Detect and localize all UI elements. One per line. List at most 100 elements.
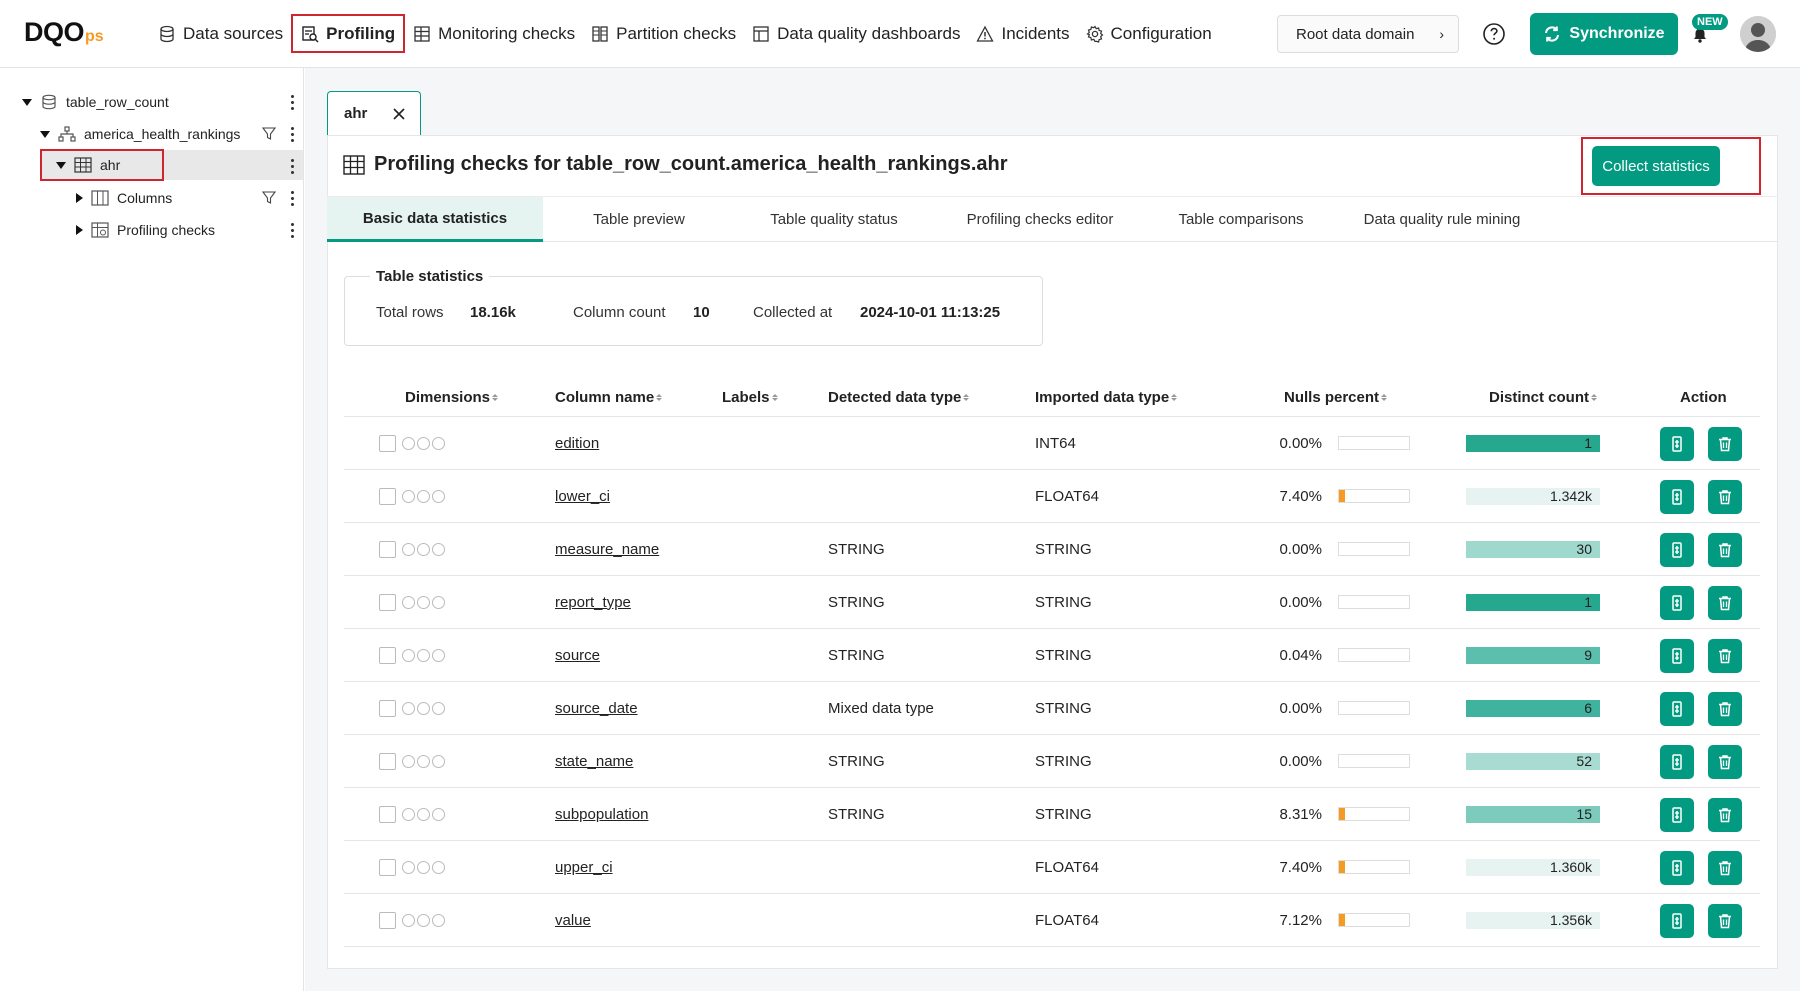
tree-item-schema[interactable]: america_health_rankings — [40, 120, 240, 148]
imported-type-cell: STRING — [1035, 646, 1092, 664]
nulls-percent-bar-fill — [1339, 808, 1345, 820]
view-column-button[interactable] — [1660, 745, 1694, 779]
nav-monitoring-checks[interactable]: Monitoring checks — [405, 14, 583, 53]
close-icon[interactable] — [393, 107, 405, 120]
column-name-link[interactable]: upper_ci — [555, 859, 613, 876]
delete-column-button[interactable] — [1708, 904, 1742, 938]
delete-column-button[interactable] — [1708, 851, 1742, 885]
table-icon — [343, 154, 365, 175]
distinct-count-bar: 1.356k — [1466, 912, 1600, 929]
filter-icon[interactable] — [262, 191, 276, 205]
header-detected-data-type[interactable]: Detected data type — [828, 389, 970, 406]
distinct-count-bar: 52 — [1466, 753, 1600, 770]
delete-column-button[interactable] — [1708, 533, 1742, 567]
row-checkbox[interactable] — [379, 434, 396, 452]
column-name-link[interactable]: lower_ci — [555, 488, 610, 505]
help-icon[interactable] — [1482, 22, 1506, 46]
tab-data-quality-rule-mining[interactable]: Data quality rule mining — [1335, 197, 1549, 242]
tab-table-quality-status[interactable]: Table quality status — [735, 197, 933, 242]
view-column-button[interactable] — [1660, 427, 1694, 461]
nav-profiling[interactable]: Profiling — [291, 14, 406, 53]
caret-down-icon[interactable] — [40, 130, 50, 138]
dimension-indicators — [402, 701, 445, 715]
header-distinct-count[interactable]: Distinct count — [1489, 389, 1597, 406]
header-label: Dimensions — [405, 389, 491, 406]
chevron-right-icon: › — [1439, 26, 1444, 42]
column-name-link[interactable]: subpopulation — [555, 806, 648, 823]
row-checkbox[interactable] — [379, 487, 396, 505]
view-column-button[interactable] — [1660, 480, 1694, 514]
header-nulls-percent[interactable]: Nulls percent — [1284, 389, 1388, 406]
column-details-icon — [1672, 754, 1682, 770]
view-column-button[interactable] — [1660, 851, 1694, 885]
header-dimensions[interactable]: Dimensions — [405, 389, 499, 406]
caret-right-icon[interactable] — [76, 225, 83, 235]
connection-menu-icon[interactable] — [288, 95, 296, 110]
tab-profiling-checks-editor[interactable]: Profiling checks editor — [933, 197, 1147, 242]
delete-column-button[interactable] — [1708, 480, 1742, 514]
column-name-link[interactable]: state_name — [555, 753, 633, 770]
tab-table-comparisons[interactable]: Table comparisons — [1147, 197, 1335, 242]
header-imported-data-type[interactable]: Imported data type — [1035, 389, 1178, 406]
data-domain-selector[interactable]: Root data domain › — [1277, 15, 1459, 53]
column-name-link[interactable]: measure_name — [555, 541, 659, 558]
view-column-button[interactable] — [1660, 798, 1694, 832]
dimension-circle-icon — [432, 913, 445, 927]
header-labels[interactable]: Labels — [722, 389, 778, 406]
tab-basic-data-statistics[interactable]: Basic data statistics — [327, 197, 543, 242]
avatar[interactable] — [1740, 16, 1776, 52]
view-column-button[interactable] — [1660, 586, 1694, 620]
column-name-link[interactable]: report_type — [555, 594, 631, 611]
imported-type-cell: FLOAT64 — [1035, 487, 1099, 505]
column-name-link[interactable]: source — [555, 647, 600, 664]
top-navigation-bar: DQO ps Data sources Profiling Monitoring… — [0, 0, 1800, 68]
distinct-count-value: 1 — [1584, 435, 1592, 451]
nav-configuration[interactable]: Configuration — [1078, 14, 1220, 53]
column-name-link[interactable]: source_date — [555, 700, 638, 717]
row-checkbox[interactable] — [379, 540, 396, 558]
delete-column-button[interactable] — [1708, 798, 1742, 832]
view-column-button[interactable] — [1660, 692, 1694, 726]
tab-ahr[interactable]: ahr — [327, 91, 421, 135]
nav-incidents[interactable]: Incidents — [968, 14, 1077, 53]
dqops-logo[interactable]: DQO ps — [24, 17, 104, 48]
distinct-count-bar: 1.360k — [1466, 859, 1600, 876]
delete-column-button[interactable] — [1708, 639, 1742, 673]
nav-data-quality-dashboards[interactable]: Data quality dashboards — [744, 14, 968, 53]
distinct-count-bar: 15 — [1466, 806, 1600, 823]
column-name-link[interactable]: edition — [555, 435, 599, 452]
profiling-checks-menu-icon[interactable] — [288, 223, 296, 238]
schema-menu-icon[interactable] — [288, 127, 296, 142]
delete-column-button[interactable] — [1708, 586, 1742, 620]
header-column-name[interactable]: Column name — [555, 389, 663, 406]
table-menu-icon[interactable] — [288, 159, 296, 174]
dimension-circle-icon — [417, 701, 430, 715]
columns-menu-icon[interactable] — [288, 191, 296, 206]
delete-column-button[interactable] — [1708, 692, 1742, 726]
caret-down-icon[interactable] — [22, 98, 32, 106]
nav-partition-checks[interactable]: Partition checks — [583, 14, 744, 53]
row-checkbox[interactable] — [379, 858, 396, 876]
tree-item-profiling-checks[interactable]: Profiling checks — [74, 216, 215, 244]
row-checkbox[interactable] — [379, 699, 396, 717]
view-column-button[interactable] — [1660, 904, 1694, 938]
row-checkbox[interactable] — [379, 593, 396, 611]
filter-icon[interactable] — [262, 127, 276, 141]
tab-table-preview[interactable]: Table preview — [543, 197, 735, 242]
column-name-cell: subpopulation — [555, 788, 648, 840]
tree-item-connection[interactable]: table_row_count — [22, 88, 169, 116]
view-column-button[interactable] — [1660, 639, 1694, 673]
caret-right-icon[interactable] — [76, 193, 83, 203]
dimension-circle-icon — [402, 542, 415, 556]
view-column-button[interactable] — [1660, 533, 1694, 567]
row-checkbox[interactable] — [379, 752, 396, 770]
nav-data-sources[interactable]: Data sources — [150, 14, 291, 53]
tree-item-columns[interactable]: Columns — [74, 184, 172, 212]
delete-column-button[interactable] — [1708, 745, 1742, 779]
column-name-link[interactable]: value — [555, 912, 591, 929]
row-checkbox[interactable] — [379, 646, 396, 664]
row-checkbox[interactable] — [379, 911, 396, 929]
row-checkbox[interactable] — [379, 805, 396, 823]
synchronize-button[interactable]: Synchronize — [1530, 13, 1678, 55]
delete-column-button[interactable] — [1708, 427, 1742, 461]
